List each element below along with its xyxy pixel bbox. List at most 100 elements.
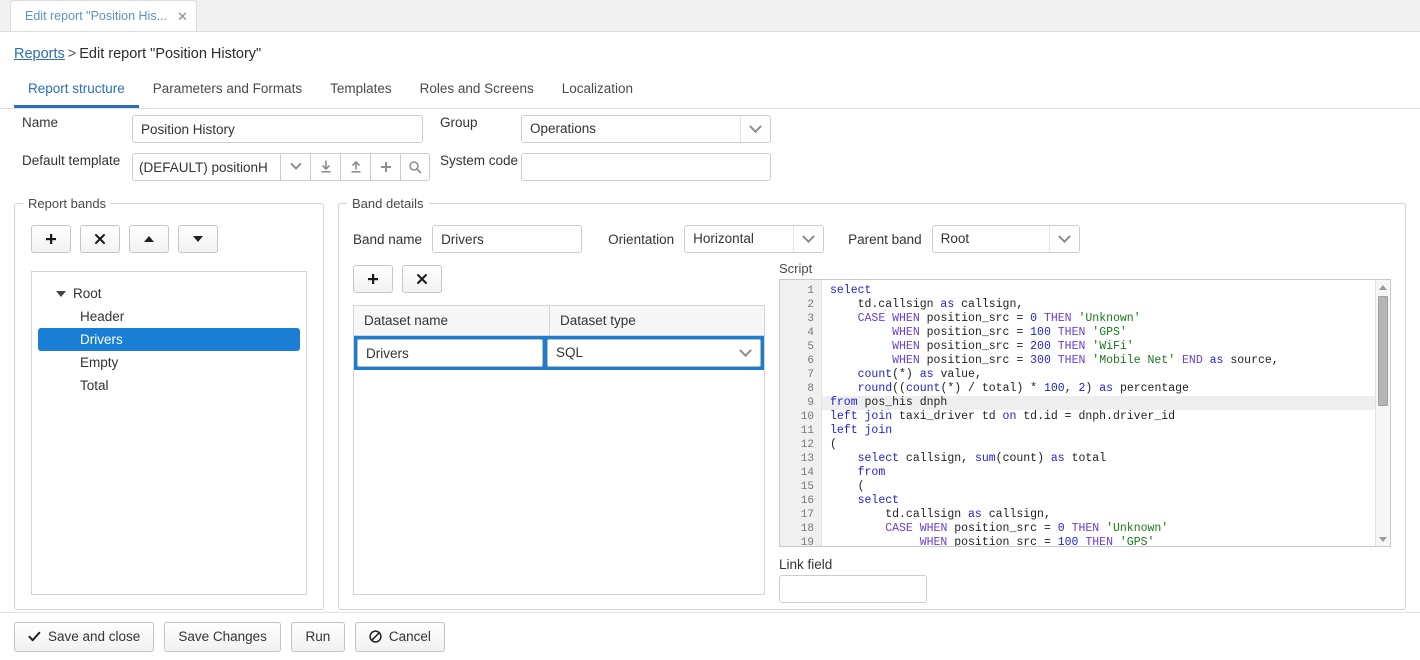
script-code[interactable]: select td.callsign as callsign, CASE WHE… <box>822 280 1390 546</box>
tree-item-total[interactable]: Total <box>38 374 300 397</box>
parent-band-select-value: Root <box>940 231 970 246</box>
add-band-button[interactable] <box>31 225 71 253</box>
dataset-type-select[interactable]: SQL <box>547 339 761 367</box>
breadcrumb-link-reports[interactable]: Reports <box>14 46 65 62</box>
tree-item-drivers[interactable]: Drivers <box>38 328 300 351</box>
save-and-close-button[interactable]: Save and close <box>14 621 155 652</box>
breadcrumb-current: Edit report "Position History" <box>79 46 262 62</box>
chevron-down-icon[interactable] <box>1048 226 1079 252</box>
dataset-name-input[interactable] <box>357 339 543 367</box>
code-line[interactable]: left join taxi_driver td on td.id = dnph… <box>822 410 1390 424</box>
orientation-select-value: Horizontal <box>693 231 754 246</box>
code-line[interactable]: CASE WHEN position_src = 0 THEN 'Unknown… <box>822 522 1390 536</box>
code-line[interactable]: from pos_his dnph <box>822 396 1390 410</box>
search-icon[interactable] <box>400 153 430 181</box>
add-template-icon[interactable] <box>370 153 400 181</box>
browser-tab[interactable]: Edit report "Position His... ✕ <box>10 0 197 31</box>
code-line[interactable]: left join <box>822 424 1390 438</box>
cancel-label: Cancel <box>388 629 431 644</box>
save-and-close-label: Save and close <box>48 629 141 644</box>
action-bar: Save and close Save Changes Run Cancel <box>0 612 1420 660</box>
default-template-input[interactable] <box>132 153 280 181</box>
tab-roles-and-screens[interactable]: Roles and Screens <box>406 75 548 108</box>
tab-localization[interactable]: Localization <box>548 75 647 108</box>
tree-item-root[interactable]: Root <box>38 282 300 305</box>
save-changes-button[interactable]: Save Changes <box>164 621 281 652</box>
code-line[interactable]: count(*) as value, <box>822 368 1390 382</box>
cancel-button[interactable]: Cancel <box>354 621 445 652</box>
code-line[interactable]: WHEN position_src = 200 THEN 'WiFi' <box>822 340 1390 354</box>
chevron-down-icon[interactable] <box>793 226 823 252</box>
column-header-dataset-type: Dataset type <box>560 313 636 328</box>
save-changes-label: Save Changes <box>178 629 267 644</box>
tree-item-empty[interactable]: Empty <box>38 351 300 374</box>
code-line[interactable]: select callsign, sum(count) as total <box>822 452 1390 466</box>
line-number: 3 <box>807 313 814 325</box>
group-select-value: Operations <box>530 121 597 136</box>
code-line[interactable]: ( <box>822 438 1390 452</box>
tree-item-label: Root <box>73 286 102 301</box>
table-row[interactable]: SQL <box>354 336 764 370</box>
code-line[interactable]: round((count(*) / total) * 100, 2) as pe… <box>822 382 1390 396</box>
code-line[interactable]: WHEN position src = 100 THEN 'GPS' <box>822 536 1390 546</box>
code-line[interactable]: WHEN position_src = 100 THEN 'GPS' <box>822 326 1390 340</box>
parent-band-select[interactable]: Root <box>931 225 1080 253</box>
scroll-down-icon[interactable] <box>1376 532 1390 546</box>
name-input[interactable] <box>132 115 423 143</box>
download-icon[interactable] <box>310 153 340 181</box>
band-details-row: Band name Orientation Horizontal Parent … <box>353 225 1080 253</box>
close-icon[interactable]: ✕ <box>177 10 188 23</box>
report-bands-tree[interactable]: Root Header Drivers Empty Total <box>31 271 307 595</box>
line-number: 2 <box>807 299 814 311</box>
tree-item-label: Drivers <box>80 332 123 347</box>
code-line[interactable]: CASE WHEN position_src = 0 THEN 'Unknown… <box>822 312 1390 326</box>
link-field-label: Link field <box>779 557 833 572</box>
tab-report-structure[interactable]: Report structure <box>14 75 139 108</box>
code-line[interactable]: td.callsign as callsign, <box>822 508 1390 522</box>
group-select[interactable]: Operations <box>521 115 771 143</box>
script-scrollbar[interactable] <box>1375 280 1390 546</box>
group-label: Group <box>440 115 478 130</box>
code-line[interactable]: select <box>822 284 1390 298</box>
system-code-input[interactable] <box>521 153 771 181</box>
check-icon <box>28 631 41 642</box>
code-line[interactable]: WHEN position_src = 300 THEN 'Mobile Net… <box>822 354 1390 368</box>
line-number: 19 <box>800 537 814 547</box>
dataset-type-value: SQL <box>556 345 584 360</box>
move-band-up-button[interactable] <box>129 225 169 253</box>
scrollbar-thumb[interactable] <box>1378 296 1388 406</box>
run-button[interactable]: Run <box>290 621 345 652</box>
code-line[interactable]: select <box>822 494 1390 508</box>
add-dataset-button[interactable] <box>353 265 393 293</box>
delete-dataset-button[interactable] <box>402 265 442 293</box>
default-template-group <box>132 153 430 181</box>
code-line[interactable]: td.callsign as callsign, <box>822 298 1390 312</box>
tab-templates[interactable]: Templates <box>316 75 406 108</box>
line-number: 17 <box>800 509 814 521</box>
delete-band-button[interactable] <box>80 225 120 253</box>
line-number: 8 <box>807 383 814 395</box>
structure-panels: Report bands Root Header Drivers Empty T… <box>14 196 1406 610</box>
scroll-up-icon[interactable] <box>1376 280 1390 294</box>
tree-item-label: Header <box>80 309 125 324</box>
chevron-down-icon[interactable] <box>56 290 66 297</box>
script-section: Script 1 2 3 4 5 6 7 8 9 10 11 12 13 14 15 16 17 18 19 sel… <box>779 261 1391 603</box>
move-band-down-button[interactable] <box>178 225 218 253</box>
report-bands-toolbar <box>15 211 323 253</box>
code-line[interactable]: from <box>822 466 1390 480</box>
upload-icon[interactable] <box>340 153 370 181</box>
tree-item-header[interactable]: Header <box>38 305 300 328</box>
chevron-down-icon[interactable] <box>730 340 760 366</box>
script-editor[interactable]: 1 2 3 4 5 6 7 8 9 10 11 12 13 14 15 16 17 18 19 select td.… <box>779 279 1391 547</box>
dataset-toolbar <box>353 265 442 293</box>
orientation-select[interactable]: Horizontal <box>684 225 825 253</box>
band-name-input[interactable] <box>432 225 583 253</box>
code-line[interactable]: ( <box>822 480 1390 494</box>
line-number: 15 <box>800 481 814 493</box>
link-field-input[interactable] <box>779 575 927 603</box>
cancel-icon <box>369 630 382 643</box>
line-number: 18 <box>800 523 814 535</box>
chevron-down-icon[interactable] <box>740 116 770 142</box>
tab-parameters-and-formats[interactable]: Parameters and Formats <box>139 75 316 108</box>
template-dropdown-button[interactable] <box>280 153 310 181</box>
